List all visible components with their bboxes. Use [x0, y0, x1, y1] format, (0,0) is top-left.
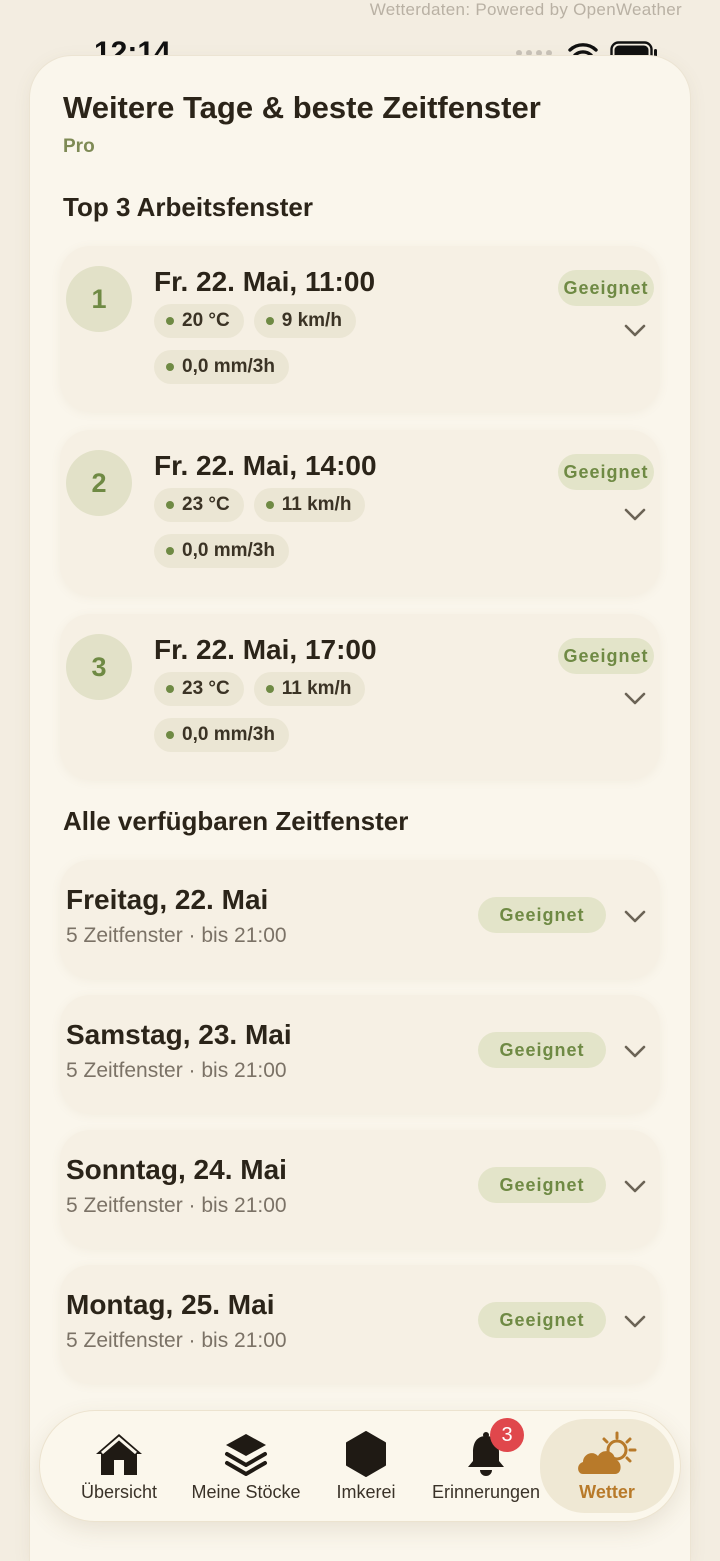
- day-title: Samstag, 23. Mai: [66, 1019, 292, 1050]
- rain-chip: 0,0 mm/3h: [154, 718, 289, 752]
- rank-badge: 1: [66, 266, 132, 332]
- rank-badge: 3: [66, 634, 132, 700]
- chevron-down-icon[interactable]: [624, 692, 646, 706]
- tab-reminders[interactable]: 3 Erinnerungen: [424, 1411, 548, 1521]
- weather-chips: 23 °C 11 km/h 0,0 mm/3h: [154, 488, 474, 568]
- day-card[interactable]: Sonntag, 24. Mai 5 Zeitfenster · bis 21:…: [60, 1130, 660, 1248]
- layers-icon: [222, 1428, 270, 1480]
- all-windows-heading: Alle verfügbaren Zeitfenster: [63, 806, 409, 836]
- rain-chip: 0,0 mm/3h: [154, 350, 289, 384]
- day-summary: 5 Zeitfenster · bis 21:00: [66, 1329, 287, 1352]
- suitability-badge: Geeignet: [478, 1032, 606, 1068]
- pro-label: Pro: [63, 136, 95, 157]
- rain-chip: 0,0 mm/3h: [154, 534, 289, 568]
- day-title: Montag, 25. Mai: [66, 1289, 275, 1320]
- rank-badge: 2: [66, 450, 132, 516]
- day-title: Freitag, 22. Mai: [66, 884, 269, 915]
- top-window-card[interactable]: 1 Fr. 22. Mai, 11:00 20 °C 9 km/h 0,0 mm…: [60, 246, 660, 411]
- temperature-chip: 23 °C: [154, 488, 244, 522]
- tab-apiary[interactable]: Imkerei: [320, 1411, 412, 1521]
- weather-chips: 23 °C 11 km/h 0,0 mm/3h: [154, 672, 474, 752]
- chevron-down-icon[interactable]: [624, 1045, 646, 1059]
- tab-weather[interactable]: Wetter: [540, 1419, 674, 1513]
- temperature-chip: 23 °C: [154, 672, 244, 706]
- window-datetime: Fr. 22. Mai, 11:00: [154, 266, 376, 297]
- chevron-down-icon[interactable]: [624, 1180, 646, 1194]
- chevron-down-icon[interactable]: [624, 910, 646, 924]
- top-window-card[interactable]: 2 Fr. 22. Mai, 14:00 23 °C 11 km/h 0,0 m…: [60, 430, 660, 595]
- suitability-badge: Geeignet: [478, 897, 606, 933]
- suitability-badge: Geeignet: [478, 1167, 606, 1203]
- top-windows-heading: Top 3 Arbeitsfenster: [63, 192, 313, 222]
- wind-chip: 11 km/h: [253, 672, 366, 706]
- day-card[interactable]: Samstag, 23. Mai 5 Zeitfenster · bis 21:…: [60, 995, 660, 1113]
- suitability-badge: Geeignet: [558, 454, 654, 490]
- day-summary: 5 Zeitfenster · bis 21:00: [66, 1194, 287, 1217]
- weather-icon: [575, 1428, 639, 1480]
- suitability-badge: Geeignet: [558, 270, 654, 306]
- notification-badge: 3: [490, 1418, 524, 1452]
- home-icon: [93, 1428, 145, 1480]
- chevron-down-icon[interactable]: [624, 1315, 646, 1329]
- hexagon-icon: [344, 1428, 388, 1480]
- day-title: Sonntag, 24. Mai: [66, 1154, 287, 1185]
- chevron-down-icon[interactable]: [624, 324, 646, 338]
- forecast-sheet: Weitere Tage & beste Zeitfenster Pro Top…: [30, 56, 690, 1561]
- suitability-badge: Geeignet: [558, 638, 654, 674]
- day-summary: 5 Zeitfenster · bis 21:00: [66, 1059, 287, 1082]
- sheet-title: Weitere Tage & beste Zeitfenster: [63, 90, 541, 125]
- wind-chip: 11 km/h: [253, 488, 366, 522]
- window-datetime: Fr. 22. Mai, 14:00: [154, 450, 377, 481]
- top-window-card[interactable]: 3 Fr. 22. Mai, 17:00 23 °C 11 km/h 0,0 m…: [60, 614, 660, 779]
- suitability-badge: Geeignet: [478, 1302, 606, 1338]
- weather-attribution: Wetterdaten: Powered by OpenWeather: [369, 0, 682, 19]
- window-datetime: Fr. 22. Mai, 17:00: [154, 634, 377, 665]
- tab-bar: Übersicht Meine Stöcke Imkerei 3 Erinner…: [40, 1411, 680, 1521]
- day-card[interactable]: Freitag, 22. Mai 5 Zeitfenster · bis 21:…: [60, 860, 660, 978]
- wind-chip: 9 km/h: [253, 304, 356, 338]
- weather-chips: 20 °C 9 km/h 0,0 mm/3h: [154, 304, 474, 384]
- day-summary: 5 Zeitfenster · bis 21:00: [66, 924, 287, 947]
- tab-my-hives[interactable]: Meine Stöcke: [184, 1411, 308, 1521]
- temperature-chip: 20 °C: [154, 304, 244, 338]
- bell-icon: 3: [464, 1418, 524, 1480]
- tab-overview[interactable]: Übersicht: [70, 1411, 168, 1521]
- chevron-down-icon[interactable]: [624, 508, 646, 522]
- day-card[interactable]: Montag, 25. Mai 5 Zeitfenster · bis 21:0…: [60, 1265, 660, 1383]
